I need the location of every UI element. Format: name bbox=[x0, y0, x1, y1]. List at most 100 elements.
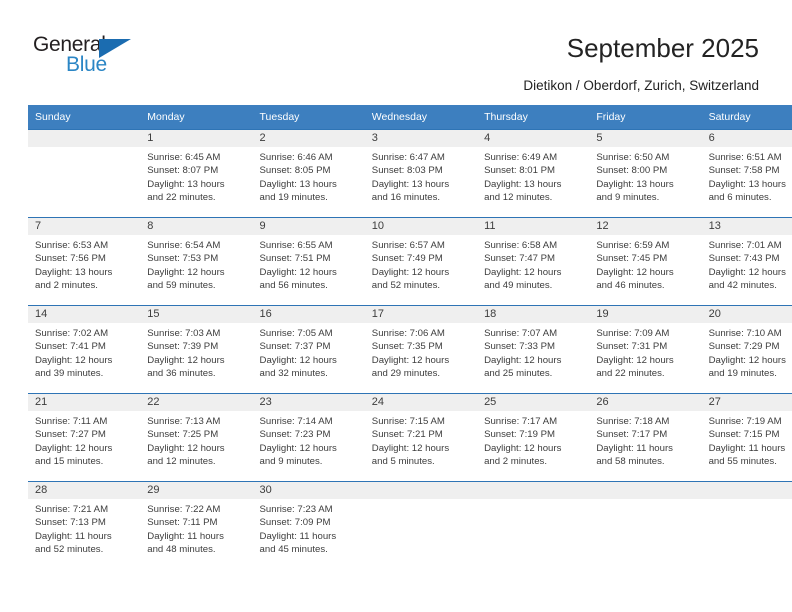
day-number: 7 bbox=[28, 218, 141, 235]
daylight-duration-line1: Daylight: 12 hours bbox=[708, 266, 786, 278]
calendar-day-cell[interactable]: 10 Sunrise: 6:57 AM Sunset: 7:49 PM Dayligh… bbox=[364, 217, 478, 306]
calendar-day-cell[interactable]: 17 Sunrise: 7:06 AM Sunset: 7:35 PM Dayligh… bbox=[364, 305, 478, 394]
calendar-day-cell[interactable]: 9 Sunrise: 6:55 AM Sunset: 7:51 PM Daylight… bbox=[252, 217, 365, 306]
sunset-time: Sunset: 8:03 PM bbox=[371, 165, 443, 177]
day-details: Sunrise: 6:58 AM Sunset: 7:47 PM Daylight:… bbox=[477, 235, 589, 305]
calendar-day-cell[interactable]: 13 Sunrise: 7:01 AM Sunset: 7:43 PM Dayligh… bbox=[701, 217, 792, 306]
daylight-duration-line2: and 36 minutes. bbox=[147, 368, 216, 380]
sunrise-time: Sunrise: 6:45 AM bbox=[147, 152, 221, 163]
daylight-duration-line1: Daylight: 12 hours bbox=[35, 354, 113, 366]
daylight-duration-line2: and 52 minutes. bbox=[371, 280, 441, 292]
sunset-time: Sunset: 7:56 PM bbox=[35, 253, 106, 265]
weekday-header-wednesday: Wednesday bbox=[371, 111, 428, 123]
calendar-day-cell[interactable]: 3 Sunrise: 6:47 AM Sunset: 8:03 PM Daylight… bbox=[364, 129, 478, 218]
sunrise-time: Sunrise: 6:58 AM bbox=[484, 240, 558, 251]
calendar-day-cell[interactable]: 4 Sunrise: 6:49 AM Sunset: 8:01 PM Daylight… bbox=[477, 129, 590, 218]
sunset-time: Sunset: 7:31 PM bbox=[596, 341, 668, 353]
calendar-day-cell[interactable]: 18 Sunrise: 7:07 AM Sunset: 7:33 PM Dayligh… bbox=[477, 305, 590, 394]
day-details: Sunrise: 7:19 AM Sunset: 7:15 PM Daylight:… bbox=[702, 411, 792, 481]
daylight-duration-line2: and 59 minutes. bbox=[147, 280, 216, 292]
calendar-day-cell[interactable]: 21 Sunrise: 7:11 AM Sunset: 7:27 PM Dayligh… bbox=[28, 393, 141, 482]
daylight-duration-line2: and 55 minutes. bbox=[708, 456, 777, 468]
calendar-day-cell[interactable]: 2 Sunrise: 6:46 AM Sunset: 8:05 PM Daylight… bbox=[252, 129, 365, 218]
calendar-week-row: 28 Sunrise: 7:21 AM Sunset: 7:13 PM Dayligh… bbox=[28, 481, 792, 569]
day-number: 14 bbox=[28, 306, 141, 323]
sunset-time: Sunset: 7:33 PM bbox=[484, 341, 555, 353]
daylight-duration-line2: and 32 minutes. bbox=[259, 368, 328, 380]
sunrise-time: Sunrise: 7:21 AM bbox=[35, 504, 109, 515]
daylight-duration-line2: and 52 minutes. bbox=[35, 544, 104, 556]
calendar-day-cell[interactable]: 23 Sunrise: 7:14 AM Sunset: 7:23 PM Dayligh… bbox=[252, 393, 365, 482]
sunset-time: Sunset: 7:51 PM bbox=[259, 253, 331, 265]
daylight-duration-line1: Daylight: 11 hours bbox=[596, 442, 673, 454]
day-details: Sunrise: 7:22 AM Sunset: 7:11 PM Daylight:… bbox=[140, 499, 252, 569]
calendar-day-cell[interactable]: 26 Sunrise: 7:18 AM Sunset: 7:17 PM Dayligh… bbox=[589, 393, 702, 482]
sunset-time: Sunset: 7:13 PM bbox=[35, 517, 106, 529]
calendar-day-cell-empty bbox=[364, 481, 478, 569]
sunset-time: Sunset: 8:00 PM bbox=[596, 165, 668, 177]
day-details: Sunrise: 7:05 AM Sunset: 7:37 PM Daylight:… bbox=[253, 323, 365, 393]
sunset-time: Sunset: 7:45 PM bbox=[596, 253, 668, 265]
page-title: September 2025 bbox=[566, 33, 759, 63]
daylight-duration-line2: and 56 minutes. bbox=[259, 280, 328, 292]
calendar-page: General Blue September 2025 Dietikon / O… bbox=[0, 0, 792, 612]
weekday-header-friday: Friday bbox=[596, 111, 626, 123]
daylight-duration-line1: Daylight: 12 hours bbox=[259, 266, 337, 278]
daylight-duration-line1: Daylight: 11 hours bbox=[147, 530, 224, 542]
sunrise-time: Sunrise: 7:07 AM bbox=[484, 328, 558, 339]
calendar-day-cell[interactable]: 20 Sunrise: 7:10 AM Sunset: 7:29 PM Dayligh… bbox=[701, 305, 792, 394]
sunrise-time: Sunrise: 7:10 AM bbox=[708, 328, 782, 339]
calendar-day-cell[interactable]: 27 Sunrise: 7:19 AM Sunset: 7:15 PM Dayligh… bbox=[701, 393, 792, 482]
calendar-day-cell[interactable]: 30 Sunrise: 7:23 AM Sunset: 7:09 PM Dayligh… bbox=[252, 481, 365, 569]
daylight-duration-line1: Daylight: 13 hours bbox=[35, 266, 113, 278]
day-number: 6 bbox=[701, 130, 792, 147]
day-details: Sunrise: 7:03 AM Sunset: 7:39 PM Daylight:… bbox=[140, 323, 252, 393]
sunset-time: Sunset: 7:29 PM bbox=[708, 341, 780, 353]
calendar-day-cell[interactable]: 5 Sunrise: 6:50 AM Sunset: 8:00 PM Daylight… bbox=[589, 129, 702, 218]
day-details: Sunrise: 6:45 AM Sunset: 8:07 PM Daylight:… bbox=[140, 147, 252, 217]
day-number: 19 bbox=[589, 306, 702, 323]
calendar-day-cell[interactable]: 16 Sunrise: 7:05 AM Sunset: 7:37 PM Dayligh… bbox=[252, 305, 365, 394]
calendar-day-cell[interactable]: 24 Sunrise: 7:15 AM Sunset: 7:21 PM Dayligh… bbox=[364, 393, 478, 482]
calendar-day-cell[interactable]: 28 Sunrise: 7:21 AM Sunset: 7:13 PM Dayligh… bbox=[28, 481, 141, 569]
day-details: Sunrise: 6:54 AM Sunset: 7:53 PM Daylight:… bbox=[140, 235, 252, 305]
day-number: 12 bbox=[589, 218, 702, 235]
day-details: Sunrise: 7:15 AM Sunset: 7:21 PM Daylight:… bbox=[365, 411, 477, 481]
day-number: 11 bbox=[477, 218, 590, 235]
calendar-day-cell[interactable]: 8 Sunrise: 6:54 AM Sunset: 7:53 PM Daylight… bbox=[140, 217, 253, 306]
sunset-time: Sunset: 7:09 PM bbox=[259, 517, 331, 529]
calendar-day-cell-empty bbox=[701, 481, 792, 569]
calendar-day-cell[interactable]: 14 Sunrise: 7:02 AM Sunset: 7:41 PM Dayligh… bbox=[28, 305, 141, 394]
sunrise-time: Sunrise: 7:13 AM bbox=[147, 416, 221, 427]
calendar-day-cell[interactable]: 15 Sunrise: 7:03 AM Sunset: 7:39 PM Dayligh… bbox=[140, 305, 253, 394]
weekday-header-row: Sunday Monday Tuesday Wednesday Thursday… bbox=[28, 105, 792, 130]
day-number: 8 bbox=[140, 218, 253, 235]
calendar-day-cell[interactable]: 22 Sunrise: 7:13 AM Sunset: 7:25 PM Dayligh… bbox=[140, 393, 253, 482]
daylight-duration-line2: and 2 minutes. bbox=[35, 280, 98, 292]
calendar-day-cell[interactable]: 7 Sunrise: 6:53 AM Sunset: 7:56 PM Daylight… bbox=[28, 217, 141, 306]
sunrise-time: Sunrise: 6:46 AM bbox=[259, 152, 333, 163]
sunset-time: Sunset: 7:11 PM bbox=[147, 517, 218, 529]
calendar-day-cell[interactable]: 1 Sunrise: 6:45 AM Sunset: 8:07 PM Daylight… bbox=[140, 129, 253, 218]
daylight-duration-line2: and 2 minutes. bbox=[484, 456, 547, 468]
calendar-day-cell[interactable]: 19 Sunrise: 7:09 AM Sunset: 7:31 PM Dayligh… bbox=[589, 305, 702, 394]
calendar-day-cell[interactable]: 12 Sunrise: 6:59 AM Sunset: 7:45 PM Dayligh… bbox=[589, 217, 702, 306]
calendar-day-cell[interactable]: 25 Sunrise: 7:17 AM Sunset: 7:19 PM Dayligh… bbox=[477, 393, 590, 482]
sunset-time: Sunset: 7:15 PM bbox=[708, 429, 780, 441]
day-number: 13 bbox=[701, 218, 792, 235]
calendar-day-cell[interactable]: 6 Sunrise: 6:51 AM Sunset: 7:58 PM Daylight… bbox=[701, 129, 792, 218]
day-details: Sunrise: 6:50 AM Sunset: 8:00 PM Daylight:… bbox=[589, 147, 701, 217]
sunrise-time: Sunrise: 6:57 AM bbox=[371, 240, 445, 251]
sunrise-time: Sunrise: 7:14 AM bbox=[259, 416, 333, 427]
sunset-time: Sunset: 7:47 PM bbox=[484, 253, 555, 265]
calendar-day-cell[interactable]: 11 Sunrise: 6:58 AM Sunset: 7:47 PM Dayligh… bbox=[477, 217, 590, 306]
logo-text-blue: Blue bbox=[66, 53, 107, 76]
calendar-day-cell[interactable]: 29 Sunrise: 7:22 AM Sunset: 7:11 PM Dayligh… bbox=[140, 481, 253, 569]
daylight-duration-line1: Daylight: 13 hours bbox=[147, 178, 225, 190]
day-number: 1 bbox=[140, 130, 253, 147]
day-details: Sunrise: 7:21 AM Sunset: 7:13 PM Daylight:… bbox=[28, 499, 140, 569]
day-details: Sunrise: 6:57 AM Sunset: 7:49 PM Daylight:… bbox=[365, 235, 477, 305]
general-blue-logo[interactable]: General Blue bbox=[33, 33, 153, 81]
sunrise-time: Sunrise: 7:02 AM bbox=[35, 328, 109, 339]
day-number: 17 bbox=[364, 306, 478, 323]
